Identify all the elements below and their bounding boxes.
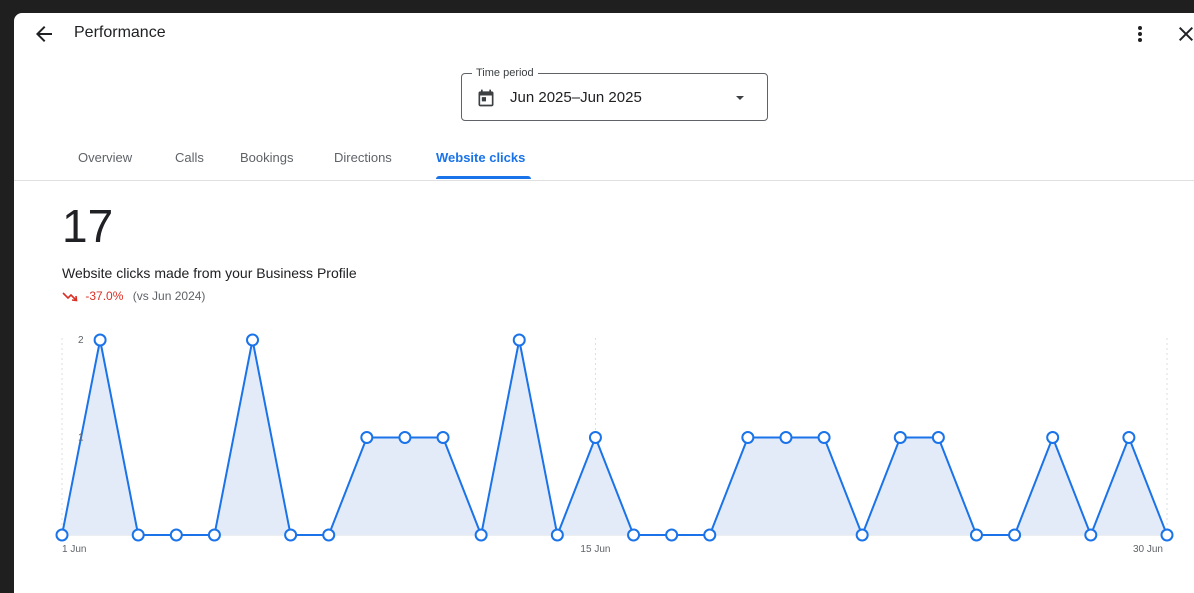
- data-point[interactable]: [779, 431, 793, 444]
- data-point[interactable]: [855, 528, 869, 542]
- data-point[interactable]: [893, 431, 907, 444]
- data-point[interactable]: [474, 528, 488, 542]
- data-point[interactable]: [741, 431, 755, 444]
- data-point[interactable]: [1008, 528, 1022, 542]
- data-point[interactable]: [322, 528, 336, 542]
- chart-area-fill: [62, 340, 1167, 535]
- metric-value: 17: [62, 200, 114, 252]
- data-point[interactable]: [627, 528, 641, 542]
- chart-grid: [61, 338, 1168, 536]
- more-options-button[interactable]: [1128, 22, 1152, 46]
- data-point[interactable]: [817, 431, 831, 444]
- trend-comparison: (vs Jun 2024): [132, 289, 206, 303]
- data-point[interactable]: [969, 528, 983, 542]
- data-point[interactable]: [931, 431, 945, 444]
- data-point[interactable]: [550, 528, 564, 542]
- data-point[interactable]: [665, 528, 679, 542]
- data-point[interactable]: [1122, 431, 1136, 444]
- close-button[interactable]: [1174, 22, 1194, 46]
- tab-overview[interactable]: Overview: [78, 150, 132, 165]
- data-point[interactable]: [1084, 528, 1098, 542]
- x-tick-label: 15 Jun: [580, 544, 610, 555]
- tab-calls[interactable]: Calls: [175, 150, 204, 165]
- calendar-icon: [478, 89, 494, 107]
- x-tick-label: 30 Jun: [1133, 544, 1163, 555]
- data-point[interactable]: [169, 528, 183, 542]
- metric-description: Website clicks made from your Business P…: [62, 265, 357, 281]
- tab-website-clicks[interactable]: Website clicks: [436, 150, 525, 165]
- data-point[interactable]: [131, 528, 145, 542]
- y-tick-label: 2: [78, 335, 84, 346]
- data-point[interactable]: [246, 333, 260, 347]
- chart-points: [55, 333, 1174, 542]
- top-bar: Performance: [14, 13, 1194, 57]
- metric-trend: -37.0% (vs Jun 2024): [62, 289, 205, 303]
- tab-directions[interactable]: Directions: [334, 150, 392, 165]
- data-point[interactable]: [703, 528, 717, 542]
- trending-down-icon: [62, 292, 78, 302]
- x-tick-label: 1 Jun: [62, 544, 86, 555]
- active-tab-indicator: [436, 176, 531, 179]
- data-point[interactable]: [1160, 528, 1174, 542]
- data-point[interactable]: [1046, 431, 1060, 444]
- data-point[interactable]: [436, 431, 450, 444]
- data-point[interactable]: [207, 528, 221, 542]
- time-period-select[interactable]: Time period Jun 2025–Jun 2025: [461, 67, 768, 121]
- page-title: Performance: [74, 24, 166, 41]
- trend-percentage: -37.0%: [85, 289, 124, 303]
- caret-down-icon: [736, 96, 744, 100]
- performance-dialog: Performance Time period Jun 2025–Jun 202…: [14, 13, 1194, 593]
- close-icon: [1179, 27, 1193, 41]
- y-tick-label: 1: [78, 433, 84, 444]
- data-point[interactable]: [512, 333, 526, 347]
- data-point[interactable]: [284, 528, 298, 542]
- time-period-label: Time period: [472, 67, 538, 79]
- chart-series-line: [61, 339, 1168, 539]
- data-point[interactable]: [55, 528, 69, 542]
- data-point[interactable]: [588, 431, 602, 444]
- back-button[interactable]: [32, 22, 56, 46]
- tab-bookings[interactable]: Bookings: [240, 150, 293, 165]
- tab-bar: Overview Calls Bookings Directions Websi…: [14, 138, 1194, 181]
- arrow-back-icon: [36, 26, 52, 42]
- data-point[interactable]: [93, 333, 107, 347]
- data-point[interactable]: [398, 431, 412, 444]
- time-period-value: Jun 2025–Jun 2025: [510, 89, 642, 106]
- more-vert-icon: [1138, 26, 1142, 42]
- data-point[interactable]: [360, 431, 374, 444]
- chart-axis-labels: 1 Jun 15 Jun 30 Jun 1 2: [62, 335, 1163, 555]
